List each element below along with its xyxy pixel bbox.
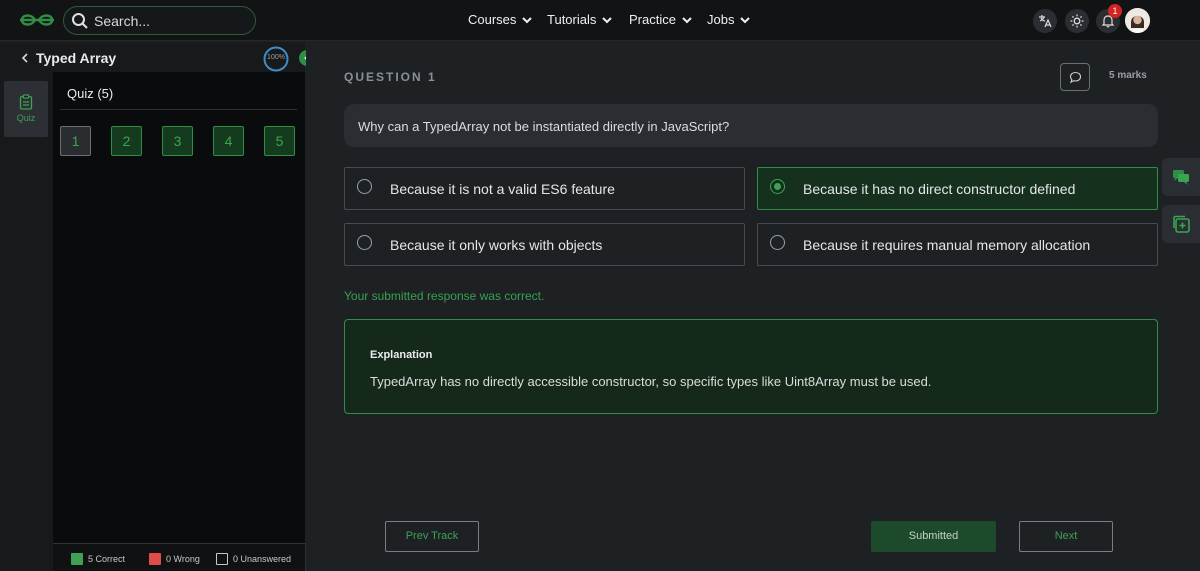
search-box[interactable]: Search...	[63, 6, 256, 35]
prev-track-button[interactable]: Prev Track	[385, 521, 479, 552]
nav-jobs[interactable]: Jobs	[707, 12, 751, 27]
user-avatar-icon	[1125, 8, 1150, 33]
clipboard-icon	[19, 94, 33, 110]
quiz-heading: Quiz (5)	[67, 86, 114, 101]
legend-label: 0 Unanswered	[233, 554, 292, 564]
nav-tutorials[interactable]: Tutorials	[547, 12, 613, 27]
option-1[interactable]: Because it is not a valid ES6 feature	[344, 167, 745, 210]
legend-wrong: 0 Wrong	[149, 553, 200, 565]
question-number: QUESTION 1	[344, 70, 437, 84]
question-nav-button-4[interactable]: 4	[213, 126, 244, 156]
radio-button[interactable]	[357, 235, 372, 250]
divider	[60, 109, 297, 110]
nav-label: Courses	[468, 12, 517, 27]
explanation-box: Explanation TypedArray has no directly a…	[344, 319, 1158, 414]
sun-icon	[1070, 14, 1084, 28]
search-input[interactable]: Search...	[94, 13, 150, 29]
translate-icon	[1039, 15, 1052, 28]
rail-tab-label: Quiz	[16, 113, 36, 123]
question-box: Why can a TypedArray not be instantiated…	[344, 104, 1158, 147]
question-marks: 5 marks	[1109, 70, 1147, 81]
topic-title[interactable]: Typed Array	[36, 50, 116, 66]
option-4[interactable]: Because it requires manual memory alloca…	[757, 223, 1158, 266]
next-button[interactable]: Next	[1019, 521, 1113, 552]
option-text: Because it only works with objects	[390, 237, 603, 253]
legend-label: 5 Correct	[88, 554, 126, 564]
nav-practice[interactable]: Practice	[629, 12, 693, 27]
option-text: Because it is not a valid ES6 feature	[390, 181, 615, 197]
discussion-button[interactable]	[1162, 158, 1200, 196]
unanswered-swatch	[216, 553, 228, 565]
chevron-down-icon	[740, 16, 751, 23]
gfg-logo-icon[interactable]	[18, 10, 56, 30]
notification-badge: 1	[1108, 4, 1122, 18]
chevron-down-icon	[522, 16, 533, 23]
top-navigation-bar: Search... Courses Tutorials Practice Job…	[0, 0, 1200, 41]
option-2[interactable]: Because it has no direct constructor def…	[757, 167, 1158, 210]
chevron-down-icon	[682, 16, 692, 23]
option-text: Because it requires manual memory alloca…	[803, 237, 1091, 253]
legend-correct: 5 Correct	[71, 553, 125, 565]
legend-unanswered: 0 Unanswered	[216, 553, 291, 565]
rail-tab-quiz[interactable]: Quiz	[4, 81, 48, 137]
theme-toggle-button[interactable]	[1065, 9, 1089, 33]
answer-legend: 5 Correct 0 Wrong 0 Unanswered	[53, 543, 306, 571]
submission-status: Your submitted response was correct.	[344, 289, 545, 303]
radio-button-selected[interactable]	[770, 179, 785, 194]
add-note-icon	[1173, 215, 1190, 233]
question-nav-button-3[interactable]: 3	[162, 126, 193, 156]
correct-swatch	[71, 553, 83, 565]
option-3[interactable]: Because it only works with objects	[344, 223, 745, 266]
nav-label: Tutorials	[547, 12, 597, 27]
radio-button[interactable]	[770, 235, 785, 250]
comment-icon	[1069, 71, 1082, 84]
question-nav-button-1[interactable]: 1	[60, 126, 91, 156]
legend-label: 0 Wrong	[166, 554, 200, 564]
question-nav-button-2[interactable]: 2	[111, 126, 142, 156]
nav-label: Jobs	[707, 12, 735, 27]
wrong-swatch	[149, 553, 161, 565]
question-text: Why can a TypedArray not be instantiated…	[358, 119, 730, 134]
submitted-button[interactable]: Submitted	[871, 521, 996, 552]
question-nav-button-5[interactable]: 5	[264, 126, 295, 156]
comment-button[interactable]	[1060, 63, 1090, 91]
explanation-title: Explanation	[370, 349, 433, 361]
nav-label: Practice	[629, 12, 676, 27]
option-text: Because it has no direct constructor def…	[803, 181, 1076, 197]
explanation-text: TypedArray has no directly accessible co…	[370, 374, 932, 389]
add-note-button[interactable]	[1162, 205, 1200, 243]
nav-courses[interactable]: Courses	[468, 12, 533, 27]
chat-icon	[1173, 170, 1189, 185]
chevron-left-icon[interactable]	[20, 53, 30, 63]
avatar[interactable]	[1125, 8, 1150, 33]
quiz-sidebar	[53, 42, 305, 571]
progress-percentage: 100%	[267, 54, 285, 61]
radio-button[interactable]	[357, 179, 372, 194]
translate-button[interactable]	[1033, 9, 1057, 33]
search-icon	[72, 13, 88, 29]
chevron-down-icon	[602, 16, 613, 23]
